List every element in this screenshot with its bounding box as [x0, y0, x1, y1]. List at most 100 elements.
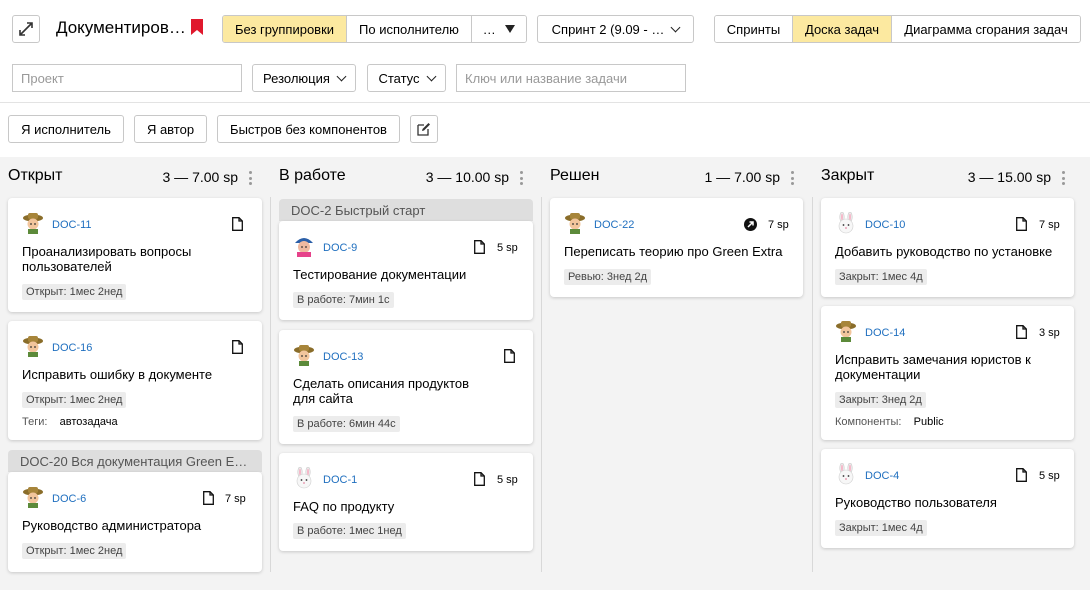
avatar — [23, 213, 43, 234]
story-points: 3 sp — [1039, 327, 1060, 339]
components-label: Компоненты: — [835, 416, 902, 428]
story-points: 7 sp — [1039, 219, 1060, 231]
task-card[interactable]: DOC-22 7 sp Переписать теорию про Green … — [550, 198, 803, 297]
divider — [0, 102, 1090, 103]
group-more-button[interactable]: … — [471, 16, 526, 42]
task-key-link[interactable]: DOC-1 — [323, 474, 357, 486]
status-filter[interactable]: Статус — [367, 64, 446, 92]
avatar — [836, 321, 856, 342]
component-value[interactable]: Public — [914, 416, 944, 428]
task-title: Тестирование документации — [293, 267, 467, 282]
triangle-down-icon — [505, 25, 516, 33]
task-title: Добавить руководство по установке — [835, 244, 1053, 259]
tags-row: Теги: автозадача — [22, 416, 118, 428]
task-card[interactable]: DOC-11 Проанализировать вопросы пользова… — [8, 198, 262, 312]
priority-arrow-icon — [744, 218, 757, 231]
task-card[interactable]: DOC-9 5 sp Тестирование документации В р… — [279, 221, 533, 320]
document-icon — [1016, 325, 1027, 339]
avatar — [565, 213, 585, 234]
task-key-link[interactable]: DOC-9 — [323, 242, 357, 254]
document-icon — [232, 340, 243, 354]
document-icon — [474, 472, 485, 486]
status-badge: Ревью: 3нед 2д — [564, 269, 651, 285]
epic-group-header[interactable]: DOC-2 Быстрый старт — [279, 199, 533, 221]
document-icon — [1016, 468, 1027, 482]
document-icon — [1016, 217, 1027, 231]
chevron-down-icon — [426, 71, 436, 81]
column-menu-icon[interactable] — [1061, 171, 1065, 185]
sprints-view-button[interactable]: Спринты — [715, 16, 793, 42]
column-title-closed: Закрыт — [821, 167, 875, 184]
chevron-down-icon — [336, 71, 347, 81]
task-card[interactable]: DOC-13 Сделать описания продуктов для са… — [279, 330, 533, 444]
task-title: Сделать описания продуктов для сайта — [293, 376, 470, 406]
story-points: 5 sp — [497, 474, 518, 486]
status-badge: В работе: 6мин 44с — [293, 416, 400, 432]
task-key-link[interactable]: DOC-22 — [594, 219, 634, 231]
task-key-link[interactable]: DOC-6 — [52, 493, 86, 505]
task-title: Руководство администратора — [22, 518, 202, 533]
grouping-switch: Без группировки По исполнителю … — [222, 15, 527, 43]
tag-value[interactable]: автозадача — [60, 416, 118, 428]
status-badge: Открыт: 1мес 2нед — [22, 284, 127, 300]
resolution-filter-label: Резолюция — [263, 70, 330, 86]
components-row: Компоненты: Public — [835, 416, 944, 428]
task-key-link[interactable]: DOC-14 — [865, 327, 905, 339]
sprint-select-value: Спринт 2 (9.09 - … — [551, 21, 665, 37]
column-count-open: 3 — 7.00 sp — [162, 169, 239, 185]
column-menu-icon[interactable] — [519, 171, 523, 185]
task-key-link[interactable]: DOC-11 — [52, 219, 92, 231]
task-card[interactable]: DOC-14 3 sp Исправить замечания юристов … — [821, 306, 1074, 440]
column-count-in-progress: 3 — 10.00 sp — [425, 169, 509, 185]
task-board-view-button[interactable]: Доска задач — [793, 16, 892, 42]
column-title-in-progress: В работе — [279, 167, 346, 184]
edit-filters-button[interactable] — [410, 115, 438, 143]
task-title: Проанализировать вопросы пользователей — [22, 244, 192, 274]
bookmark-icon[interactable] — [191, 19, 203, 35]
resolution-filter[interactable]: Резолюция — [252, 64, 356, 92]
quick-filter-assignee-button[interactable]: Я исполнитель — [8, 115, 124, 143]
epic-group-header[interactable]: DOC-20 Вся документация Green E… — [8, 450, 262, 472]
sprint-select[interactable]: Спринт 2 (9.09 - … — [537, 15, 694, 43]
task-card[interactable]: DOC-4 5 sp Руководство пользователя Закр… — [821, 449, 1074, 548]
task-key-link[interactable]: DOC-10 — [865, 219, 905, 231]
avatar — [295, 238, 313, 257]
status-badge: В работе: 1мес 1нед — [293, 523, 406, 539]
task-card[interactable]: DOC-6 7 sp Руководство администратора От… — [8, 472, 262, 572]
status-badge: Закрыт: 1мес 4д — [835, 520, 927, 536]
status-badge: Открыт: 1мес 2нед — [22, 543, 127, 559]
column-separator — [541, 197, 542, 572]
task-key-link[interactable]: DOC-13 — [323, 351, 363, 363]
board-title: Документиров… — [56, 18, 186, 37]
column-separator — [812, 197, 813, 572]
task-key-link[interactable]: DOC-16 — [52, 342, 92, 354]
group-by-assignee-button[interactable]: По исполнителю — [347, 16, 472, 42]
document-icon — [232, 217, 243, 231]
expand-button[interactable] — [12, 15, 40, 43]
task-key-link[interactable]: DOC-4 — [865, 470, 899, 482]
task-title: FAQ по продукту — [293, 499, 395, 514]
task-card[interactable]: DOC-1 5 sp FAQ по продукту В работе: 1ме… — [279, 453, 533, 551]
chevron-down-icon — [670, 22, 681, 32]
burndown-view-button[interactable]: Диаграмма сгорания задач — [892, 16, 1080, 42]
task-title: Исправить замечания юристов к документац… — [835, 352, 1031, 382]
search-input[interactable]: Ключ или название задачи — [456, 64, 686, 92]
column-title-resolved: Решен — [550, 167, 600, 184]
avatar — [838, 463, 854, 485]
task-card[interactable]: DOC-10 7 sp Добавить руководство по уста… — [821, 198, 1074, 297]
avatar — [294, 345, 314, 366]
status-badge: Открыт: 1мес 2нед — [22, 392, 127, 408]
column-separator — [270, 197, 271, 572]
column-menu-icon[interactable] — [790, 171, 794, 185]
quick-filter-author-button[interactable]: Я автор — [134, 115, 207, 143]
task-title: Переписать теорию про Green Extra — [564, 244, 783, 259]
avatar — [838, 212, 854, 234]
project-input[interactable]: Проект — [12, 64, 242, 92]
status-filter-label: Статус — [378, 70, 420, 86]
task-card[interactable]: DOC-16 Исправить ошибку в документе Откр… — [8, 321, 262, 440]
column-menu-icon[interactable] — [248, 171, 252, 185]
story-points: 7 sp — [768, 219, 789, 231]
group-none-button[interactable]: Без группировки — [223, 16, 348, 42]
tags-label: Теги: — [22, 416, 48, 428]
quick-filter-no-components-button[interactable]: Быстров без компонентов — [217, 115, 400, 143]
